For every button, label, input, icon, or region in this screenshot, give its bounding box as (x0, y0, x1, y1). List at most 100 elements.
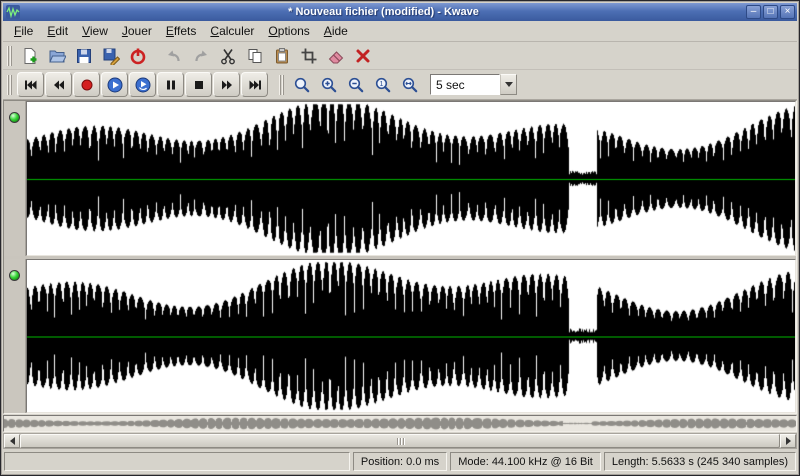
delete-button[interactable] (350, 44, 376, 68)
open-button[interactable] (44, 44, 70, 68)
delete-icon (354, 47, 372, 65)
channel-2-controls (4, 259, 26, 414)
paste-icon (273, 47, 291, 65)
menu-item-effets[interactable]: Effets (159, 22, 203, 40)
menu-bar: File Edit View Jouer Effets Calculer Opt… (3, 21, 797, 42)
play-loop-button[interactable] (129, 72, 156, 97)
channel-2-enabled-led[interactable] (9, 270, 20, 281)
new-file-button[interactable] (17, 44, 43, 68)
copy-icon (246, 47, 264, 65)
channel-2-wave-container (26, 259, 796, 414)
forward-icon (219, 77, 235, 93)
pause-button[interactable] (157, 72, 184, 97)
cut-button[interactable] (215, 44, 241, 68)
status-bar: Position: 0.0 ms Mode: 44.100 kHz @ 16 B… (3, 449, 797, 473)
quit-button[interactable] (125, 44, 151, 68)
channel-1-controls (4, 101, 26, 256)
zoom-out-icon (347, 76, 365, 94)
stop-icon (191, 77, 207, 93)
channel-1 (4, 101, 796, 256)
toolbar-handle[interactable] (279, 75, 285, 95)
quit-icon (129, 47, 147, 65)
crop-icon (300, 47, 318, 65)
erase-icon (327, 47, 345, 65)
menu-item-aide[interactable]: Aide (317, 22, 355, 40)
menu-item-options[interactable]: Options (261, 22, 316, 40)
zoom-all-button[interactable] (397, 73, 423, 97)
save-button[interactable] (71, 44, 97, 68)
cut-icon (219, 47, 237, 65)
status-position: Position: 0.0 ms (353, 452, 447, 471)
crop-button[interactable] (296, 44, 322, 68)
skip-end-icon (247, 77, 263, 93)
file-toolbar (3, 42, 797, 70)
toolbar-handle[interactable] (7, 46, 13, 66)
stop-button[interactable] (185, 72, 212, 97)
minimize-button[interactable]: – (746, 5, 761, 19)
new-file-icon (21, 47, 39, 65)
scrollbar-thumb[interactable] (20, 434, 780, 448)
zoom-all-icon (401, 76, 419, 94)
zoom-preset-value[interactable]: 5 sec (430, 74, 500, 95)
zoom-preset-dropdown-button[interactable] (500, 74, 517, 95)
pause-icon (163, 77, 179, 93)
horizontal-scrollbar[interactable] (3, 433, 797, 449)
undo-button[interactable] (161, 44, 187, 68)
redo-button[interactable] (188, 44, 214, 68)
kwave-app-icon (6, 5, 20, 19)
erase-button[interactable] (323, 44, 349, 68)
kwave-window: * Nouveau fichier (modified) - Kwave – □… (0, 0, 800, 476)
skip-start-button[interactable] (17, 72, 44, 97)
channel-1-waveform[interactable] (27, 102, 795, 255)
skip-start-icon (23, 77, 39, 93)
rewind-icon (51, 77, 67, 93)
window-title: * Nouveau fichier (modified) - Kwave (23, 6, 744, 18)
menu-item-edit[interactable]: Edit (40, 22, 75, 40)
close-button[interactable]: × (780, 5, 795, 19)
arrow-left-icon (10, 437, 15, 445)
redo-icon (192, 47, 210, 65)
zoom-out-button[interactable] (343, 73, 369, 97)
playback-toolbar: 1 5 sec (3, 70, 797, 100)
zoom-100-button[interactable]: 1 (370, 73, 396, 97)
paste-button[interactable] (269, 44, 295, 68)
skip-end-button[interactable] (241, 72, 268, 97)
play-icon (107, 77, 123, 93)
toolbar-handle[interactable] (7, 75, 13, 95)
arrow-right-icon (786, 437, 791, 445)
channel-1-enabled-led[interactable] (9, 112, 20, 123)
menu-item-calculer[interactable]: Calculer (203, 22, 261, 40)
status-length: Length: 5.5633 s (245 340 samples) (604, 452, 796, 471)
status-mode: Mode: 44.100 kHz @ 16 Bit (450, 452, 601, 471)
menu-item-jouer[interactable]: Jouer (115, 22, 159, 40)
status-message-panel (4, 452, 350, 471)
zoom-in-button[interactable] (316, 73, 342, 97)
title-bar[interactable]: * Nouveau fichier (modified) - Kwave – □… (3, 3, 797, 21)
overview-strip[interactable] (3, 415, 797, 432)
menu-item-view[interactable]: View (75, 22, 115, 40)
save-as-icon (102, 47, 120, 65)
menu-item-file[interactable]: File (7, 22, 40, 40)
rewind-button[interactable] (45, 72, 72, 97)
waveform-area (3, 100, 797, 414)
zoom-preset-combo[interactable]: 5 sec (430, 74, 517, 95)
zoom-in-icon (320, 76, 338, 94)
copy-button[interactable] (242, 44, 268, 68)
chevron-down-icon (505, 82, 513, 87)
channel-1-wave-container (26, 101, 796, 256)
record-button[interactable] (73, 72, 100, 97)
forward-button[interactable] (213, 72, 240, 97)
open-folder-icon (48, 47, 66, 65)
zoom-selection-icon (293, 76, 311, 94)
record-icon (79, 77, 95, 93)
scrollbar-right-button[interactable] (780, 434, 796, 448)
maximize-button[interactable]: □ (763, 5, 778, 19)
zoom-selection-button[interactable] (289, 73, 315, 97)
save-as-button[interactable] (98, 44, 124, 68)
play-loop-icon (135, 77, 151, 93)
play-button[interactable] (101, 72, 128, 97)
overview-waveform[interactable] (4, 416, 796, 431)
scrollbar-left-button[interactable] (4, 434, 20, 448)
channel-2-waveform[interactable] (27, 260, 795, 413)
save-icon (75, 47, 93, 65)
